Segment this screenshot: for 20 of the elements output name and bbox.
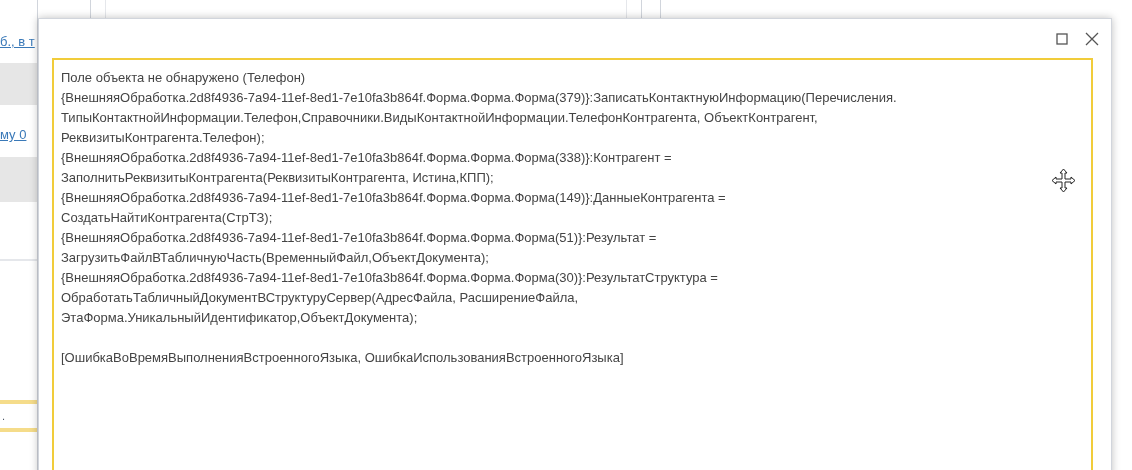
error-message-line: ЗагрузитьФайлВТабличнуюЧасть(ВременныйФайл,ОбъектДокумента);	[61, 249, 489, 267]
field-text: .	[1, 409, 7, 424]
link[interactable]: му 0	[0, 123, 37, 147]
error-message-line: {ВнешняяОбработка.2d8f4936-7a94-11ef-8ed1-7e10fa3b864f.Форма.Форма.Форма(338)}:Контрагент =	[61, 149, 672, 167]
error-message-line: {ВнешняяОбработка.2d8f4936-7a94-11ef-8ed1-7e10fa3b864f.Форма.Форма.Форма(379)}:ЗаписатьКонтактнуюИнформацию(Перечисления.	[61, 89, 897, 107]
error-message-line: ОбработатьТабличныйДокументВСтруктуруСервер(АдресФайла, РасширениеФайла,	[61, 289, 579, 307]
panel-band	[0, 63, 37, 105]
error-message-line: СоздатьНайтиКонтрагента(СтрТЗ);	[61, 209, 273, 227]
move-cursor-icon	[1051, 168, 1076, 193]
link[interactable]: б., в т	[0, 30, 37, 54]
panel-band	[0, 157, 37, 202]
error-message-line: {ВнешняяОбработка.2d8f4936-7a94-11ef-8ed1-7e10fa3b864f.Форма.Форма.Форма(51)}:Результат =	[61, 229, 657, 247]
error-message-line: Поле объекта не обнаружено (Телефон)	[61, 69, 306, 87]
error-message-line: ТипыКонтактнойИнформации.Телефон,Справочники.ВидыКонтактнойИнформации.ТелефонКонтрагента, ОбъектКонтрагент,	[61, 109, 818, 127]
error-message-line: ЭтаФорма.УникальныйИдентификатор,ОбъектДокумента);	[61, 309, 418, 327]
error-categories-line: [ОшибкаВоВремяВыполненияВстроенногоЯзыка, ОшибкаИспользованияВстроенногоЯзыка]	[61, 349, 624, 367]
error-message-line: РеквизитыКонтрагента.Телефон);	[61, 129, 265, 147]
error-message-line: {ВнешняяОбработка.2d8f4936-7a94-11ef-8ed1-7e10fa3b864f.Форма.Форма.Форма(149)}:ДанныеКонтрагента =	[61, 189, 726, 207]
error-message-line: ЗаполнитьРеквизитыКонтрагента(РеквизитыКонтрагента, Истина,КПП);	[61, 169, 494, 187]
error-message-line: {ВнешняяОбработка.2d8f4936-7a94-11ef-8ed1-7e10fa3b864f.Форма.Форма.Форма(30)}:РезультатСтруктура =	[61, 269, 718, 287]
